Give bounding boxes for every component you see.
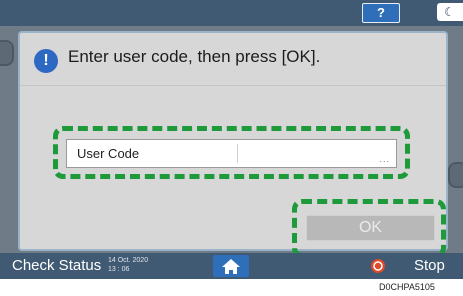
date-time: 14 Oct. 2020 13 : 06	[108, 256, 148, 274]
stop-icon[interactable]	[371, 259, 385, 273]
dialog-header: ! Enter user code, then press [OK].	[20, 33, 446, 86]
bottom-bar: Check Status 14 Oct. 2020 13 : 06 Stop	[0, 253, 463, 279]
background-left-handle	[0, 40, 14, 66]
figure-code: D0CHPA5105	[379, 282, 435, 292]
field-more-indicator: ...	[379, 154, 390, 164]
time-text: 13 : 06	[108, 266, 130, 273]
field-divider	[237, 144, 238, 163]
date-text: 14 Oct. 2020	[108, 257, 149, 264]
user-code-field[interactable]: User Code ...	[66, 139, 397, 168]
dialog-message: Enter user code, then press [OK].	[68, 47, 321, 66]
crescent-moon-icon[interactable]: ☾	[437, 3, 463, 21]
user-code-label: User Code	[77, 146, 140, 161]
ok-button[interactable]: OK	[306, 215, 435, 241]
home-icon[interactable]	[213, 255, 249, 277]
help-button[interactable]: ?	[362, 3, 400, 23]
background-right-handle	[448, 162, 463, 188]
check-status-button[interactable]: Check Status	[12, 257, 101, 274]
panel-screen: ? ☾ ! Enter user code, then press [OK]. …	[0, 0, 463, 279]
info-icon: !	[34, 49, 58, 73]
stop-button[interactable]: Stop	[414, 257, 445, 274]
top-bar: ? ☾	[0, 0, 463, 26]
